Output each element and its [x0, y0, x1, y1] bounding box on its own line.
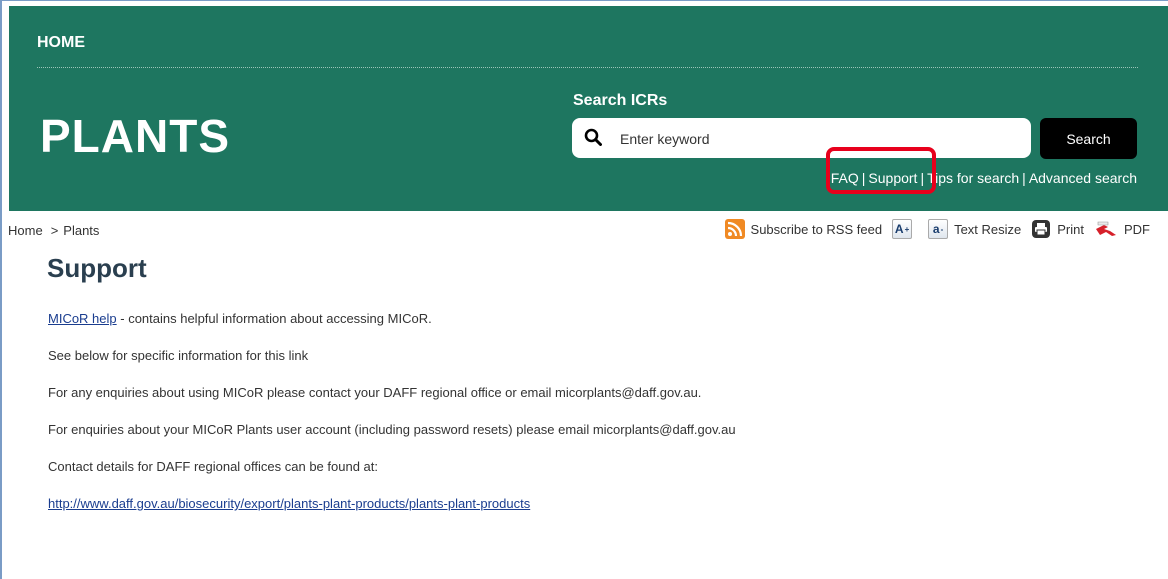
link-separator: |: [920, 170, 925, 186]
search-button[interactable]: Search: [1040, 118, 1137, 159]
site-title: PLANTS: [40, 110, 230, 162]
page-title: Support: [47, 253, 147, 283]
pdf-label: PDF: [1124, 221, 1150, 237]
micor-help-link[interactable]: MICoR help: [48, 311, 117, 326]
print-button[interactable]: Print: [1031, 219, 1084, 239]
link-separator: |: [861, 170, 866, 186]
breadcrumb-separator: >: [50, 223, 59, 238]
rss-subscribe-link[interactable]: Subscribe to RSS feed: [724, 219, 883, 239]
text-resize-label: Text Resize: [954, 221, 1022, 237]
faq-link[interactable]: FAQ: [831, 170, 859, 186]
micor-help-text: - contains helpful information about acc…: [116, 311, 432, 326]
print-label: Print: [1057, 221, 1084, 237]
paragraph-account: For enquiries about your MICoR Plants us…: [48, 422, 736, 437]
tips-for-search-link[interactable]: Tips for search: [927, 170, 1019, 186]
paragraph-micor-help: MICoR help - contains helpful informatio…: [48, 311, 1148, 327]
support-link[interactable]: Support: [868, 170, 917, 186]
paragraph-contact: Contact details for DAFF regional office…: [48, 459, 378, 474]
paragraph-enquiries: For any enquiries about using MICoR plea…: [48, 385, 702, 400]
search-links: FAQ | Support | Tips for search | Advanced sea…: [831, 170, 1137, 186]
pdf-icon: [1096, 221, 1116, 236]
page-content: MICoR help - contains helpful informatio…: [48, 311, 1148, 533]
home-nav-link[interactable]: HOME: [37, 34, 85, 52]
font-decrease-icon: a-: [928, 219, 949, 239]
font-increase-icon: A +: [892, 219, 913, 239]
printer-icon: [1032, 220, 1051, 238]
pdf-button[interactable]: PDF: [1094, 219, 1150, 239]
page-toolbar: Subscribe to RSS feed A + a- Text Resize …: [715, 219, 1150, 239]
rss-icon: [724, 219, 745, 239]
search-icon: [584, 128, 602, 146]
search-heading: Search ICRs: [573, 92, 668, 109]
rss-label: Subscribe to RSS feed: [750, 221, 883, 237]
decrease-text-button[interactable]: a- Text Resize: [928, 219, 1021, 239]
breadcrumb-home[interactable]: Home: [8, 223, 43, 238]
advanced-search-link[interactable]: Advanced search: [1029, 170, 1137, 186]
breadcrumb: Home > Plants: [8, 223, 99, 238]
breadcrumb-current: Plants: [63, 223, 100, 238]
increase-text-button[interactable]: A +: [892, 219, 918, 239]
search-input[interactable]: [618, 126, 1022, 152]
paragraph-info: See below for specific information for t…: [48, 348, 309, 363]
paragraph-url: http://www.daff.gov.au/biosecurity/expor…: [48, 496, 1148, 512]
link-separator: |: [1022, 170, 1026, 186]
header-divider: [37, 67, 1138, 68]
site-header: HOME PLANTS Search ICRs Search FAQ|Suppo…: [9, 6, 1168, 211]
search-box[interactable]: [572, 118, 1031, 158]
regional-offices-link[interactable]: http://www.daff.gov.au/biosecurity/expor…: [48, 496, 530, 511]
